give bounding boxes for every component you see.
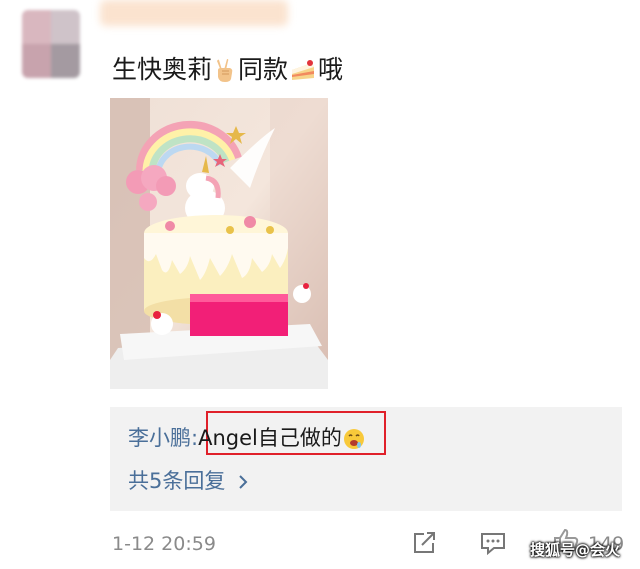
reply-box[interactable]: 李小鹏:Angel自己做的 共5条回复 [110, 407, 622, 511]
drooling-face-icon [343, 429, 364, 449]
post-text: 生快奥莉 同款 哦 [112, 55, 344, 84]
blurred-username [100, 0, 288, 26]
watermark: 搜狐号@会火 [530, 541, 621, 559]
cake-slice-icon [292, 60, 315, 80]
reply-text: Angel自己做的 [198, 426, 342, 450]
cake-photo[interactable] [110, 98, 328, 389]
avatar[interactable] [22, 10, 80, 78]
victory-hand-icon [217, 59, 233, 82]
reply-line: 李小鹏:Angel自己做的 [128, 421, 365, 455]
cake-image [110, 98, 328, 389]
share-icon[interactable] [412, 531, 438, 555]
comment-icon[interactable] [479, 531, 507, 555]
reply-author[interactable]: 李小鹏 [128, 426, 191, 450]
more-replies-link[interactable]: 共5条回复 [128, 464, 250, 498]
chevron-right-icon [239, 475, 248, 489]
timestamp: 1-12 20:59 [112, 533, 216, 555]
